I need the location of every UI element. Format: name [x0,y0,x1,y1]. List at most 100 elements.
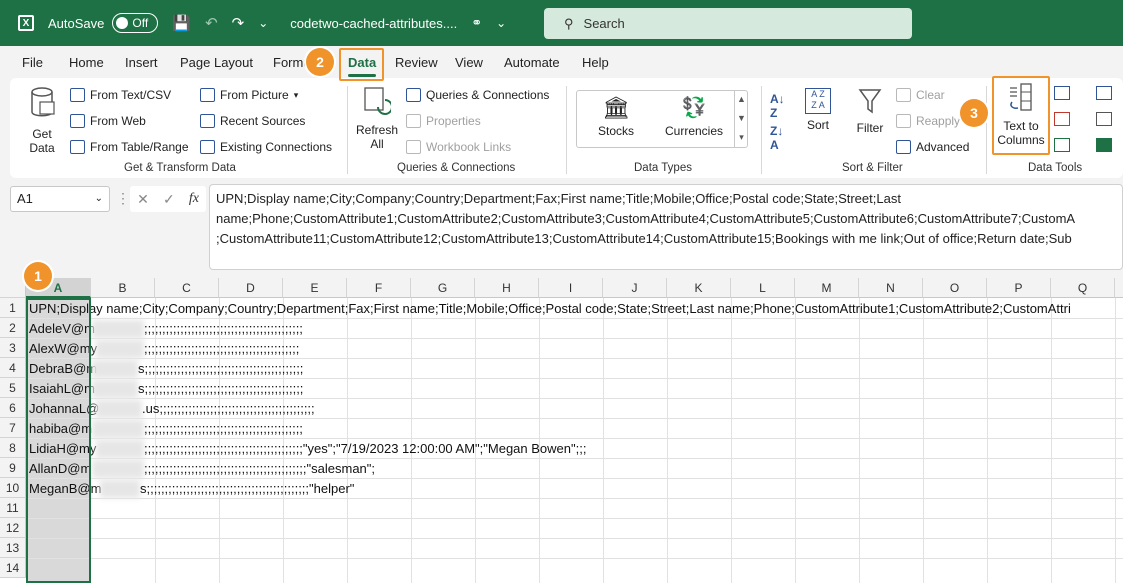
menu-view[interactable]: View [455,55,483,70]
from-picture-button[interactable]: From Picture ▾ [200,88,298,102]
reapply-icon [896,114,911,128]
row-header[interactable]: 8 [0,438,26,458]
recent-sources-button[interactable]: Recent Sources [200,114,305,128]
row-header[interactable]: 5 [0,378,26,398]
col-header-o[interactable]: O [923,278,987,298]
col-header-l[interactable]: L [731,278,795,298]
menu-automate[interactable]: Automate [504,55,560,70]
redo-icon[interactable]: ↷ [232,14,245,32]
stocks-button[interactable]: 🏛 Stocks [594,96,638,139]
col-header-r[interactable] [1115,278,1123,298]
cell-overflow: ;;;;;;;;;;;;;;;;;;;;;;;;;;;;;;;;;;;;;;;;… [144,321,303,336]
relationships-icon[interactable] [1096,112,1112,126]
col-header-e[interactable]: E [283,278,347,298]
existing-connections-button[interactable]: Existing Connections [200,140,332,154]
cancel-icon[interactable]: ✕ [137,191,149,208]
remove-duplicates-icon[interactable] [1054,112,1070,126]
undo-icon[interactable]: ↶ [205,14,218,32]
from-web-button[interactable]: From Web [70,114,146,128]
menu-page-layout[interactable]: Page Layout [180,55,253,70]
redacted-block [100,480,140,498]
col-header-b[interactable]: B [91,278,155,298]
row-header[interactable]: 6 [0,398,26,418]
data-model-icon[interactable] [1096,138,1112,152]
consolidate-icon[interactable] [1096,86,1112,100]
col-header-c[interactable]: C [155,278,219,298]
menu-file[interactable]: File [22,55,43,70]
row-header[interactable]: 4 [0,358,26,378]
clear-label: Clear [916,88,945,102]
workbook-links-label: Workbook Links [426,140,512,154]
redacted-block [92,460,144,478]
fx-icon[interactable]: fx [189,191,199,207]
col-header-q[interactable]: Q [1051,278,1115,298]
col-header-p[interactable]: P [987,278,1051,298]
col-header-h[interactable]: H [475,278,539,298]
col-header-j[interactable]: J [603,278,667,298]
save-icon[interactable]: 💾 [172,14,191,32]
select-all-corner[interactable] [0,278,26,298]
recent-icon [200,114,215,128]
currencies-button[interactable]: 💱 Currencies [662,96,726,138]
search-box[interactable]: ⚲ Search [544,8,912,39]
properties-icon [406,114,421,128]
row-header[interactable]: 1 [0,298,26,318]
autosave-toggle[interactable]: Off [112,13,159,33]
row-header[interactable]: 2 [0,318,26,338]
search-placeholder: Search [583,16,625,31]
col-header-k[interactable]: K [667,278,731,298]
row-header[interactable]: 3 [0,338,26,358]
clear-button[interactable]: Clear [896,88,945,102]
shield-icon[interactable]: ⚭ [471,15,482,31]
workbook-links-button[interactable]: Workbook Links [406,140,511,154]
column-selection-border [26,298,91,583]
gridline [1051,298,1052,583]
col-header-n[interactable]: N [859,278,923,298]
row-header[interactable]: 12 [0,518,26,538]
customize-qat-icon[interactable]: ⌄ [258,16,268,30]
row-header[interactable]: 14 [0,558,26,578]
from-text-csv-button[interactable]: From Text/CSV [70,88,171,102]
row-header[interactable]: 10 [0,478,26,498]
menu-review[interactable]: Review [395,55,438,70]
spreadsheet-grid[interactable]: A B C D E F G H I J K L M N O P Q 1 2 3 … [0,278,1123,583]
connections-icon [200,140,215,154]
menu-formulas[interactable]: Formu [273,55,311,70]
name-box[interactable]: A1 ⌄ [10,186,110,212]
data-validation-icon[interactable] [1054,138,1070,152]
row-header[interactable]: 13 [0,538,26,558]
row-header[interactable]: 7 [0,418,26,438]
col-header-g[interactable]: G [411,278,475,298]
col-header-d[interactable]: D [219,278,283,298]
row-header[interactable]: 11 [0,498,26,518]
enter-icon[interactable]: ✓ [163,191,175,208]
name-box-value: A1 [17,191,33,206]
col-header-i[interactable]: I [539,278,603,298]
reapply-button[interactable]: Reapply [896,114,960,128]
advanced-button[interactable]: Advanced [896,140,969,154]
gallery-scroll[interactable]: ▲ ▼ ▾ [734,90,748,148]
queries-connections-label: Queries & Connections [426,88,550,102]
formula-input[interactable]: UPN;Display name;City;Company;Country;De… [209,184,1123,270]
menu-help[interactable]: Help [582,55,609,70]
sort-button[interactable]: A ZZ A Sort [800,88,836,132]
more-icon[interactable]: ⋮ [116,190,130,207]
ribbon-separator [986,86,987,174]
queries-connections-button[interactable]: Queries & Connections [406,88,549,102]
autosave-state: Off [132,16,149,30]
filter-button[interactable]: Filter [852,88,888,135]
menu-insert[interactable]: Insert [125,55,158,70]
row-header[interactable]: 9 [0,458,26,478]
col-header-m[interactable]: M [795,278,859,298]
properties-button[interactable]: Properties [406,114,481,128]
menu-home[interactable]: Home [69,55,104,70]
chevron-down-icon[interactable]: ⌄ [496,16,506,30]
flash-fill-icon[interactable] [1054,86,1070,100]
refresh-all-button[interactable]: Refresh All [354,86,400,151]
cell-a1[interactable]: UPN;Display name;City;Company;Country;De… [29,299,1071,319]
get-data-button[interactable]: Get Data [22,86,62,155]
from-table-range-button[interactable]: From Table/Range [70,140,189,154]
col-header-f[interactable]: F [347,278,411,298]
sort-za-icon[interactable]: Z↓ A [770,124,783,152]
sort-az-icon[interactable]: A↓ Z [770,92,785,120]
